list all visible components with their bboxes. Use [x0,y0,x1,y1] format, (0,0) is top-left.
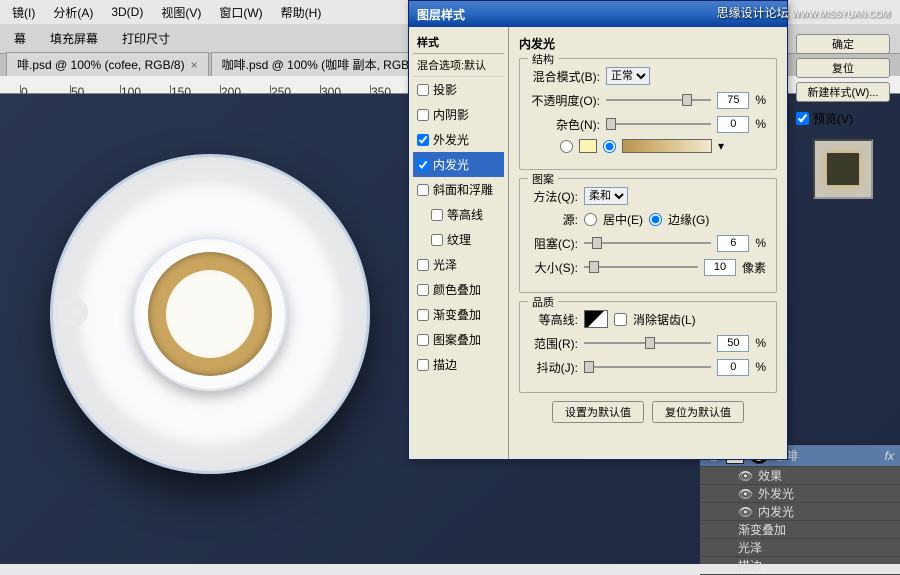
structure-group: 结构 混合模式(B): 正常 不透明度(O): % 杂色(N): % [519,58,777,170]
range-slider[interactable] [584,334,711,352]
size-slider[interactable] [584,258,698,276]
fx-outer-glow[interactable]: 👁外发光 [700,485,900,503]
close-icon[interactable]: × [191,58,198,72]
style-texture[interactable]: 纹理 [413,227,504,252]
blending-options-item[interactable]: 混合选项:默认 [413,54,504,77]
noise-slider[interactable] [606,115,711,133]
color-swatch[interactable] [579,139,597,153]
fit-screen-button[interactable]: 幕 [8,28,32,49]
make-default-button[interactable]: 设置为默认值 [552,401,644,423]
quality-group: 品质 等高线: 消除锯齿(L) 范围(R): % 抖动(J): % [519,301,777,393]
style-stroke[interactable]: 描边 [413,352,504,377]
saucer-graphic [50,154,370,474]
style-inner-shadow[interactable]: 内阴影 [413,102,504,127]
style-drop-shadow[interactable]: 投影 [413,77,504,102]
doc-tab-1[interactable]: 啡.psd @ 100% (cofee, RGB/8)× [6,52,209,76]
new-style-button[interactable]: 新建样式(W)... [796,82,890,102]
source-center-radio[interactable] [584,213,597,226]
watermark: 思缘设计论坛 WWW.MISSYUAN.COM [717,4,890,21]
range-input[interactable] [717,335,749,352]
menu-help[interactable]: 帮助(H) [273,2,330,23]
styles-list: 样式 混合选项:默认 投影 内阴影 外发光 内发光 斜面和浮雕 等高线 纹理 光… [409,27,509,459]
ok-button[interactable]: 确定 [796,34,890,54]
style-inner-glow[interactable]: 内发光 [413,152,504,177]
elements-group: 图案 方法(Q): 柔和 源: 居中(E) 边缘(G) 阻塞(C): % [519,178,777,293]
panel-title: 内发光 [519,35,777,52]
anti-alias-checkbox[interactable] [614,313,627,326]
print-size-button[interactable]: 打印尺寸 [116,28,176,49]
gradient-radio[interactable] [603,140,616,153]
choke-slider[interactable] [584,234,711,252]
style-pattern-overlay[interactable]: 图案叠加 [413,327,504,352]
fx-inner-glow[interactable]: 👁内发光 [700,503,900,521]
fill-screen-button[interactable]: 填充屏幕 [44,28,104,49]
technique-select[interactable]: 柔和 [584,187,628,205]
contour-picker[interactable] [584,310,608,328]
noise-input[interactable] [717,116,749,133]
preview-thumbnail [813,139,873,199]
fx-stroke[interactable]: 描边 [700,557,900,575]
opacity-slider[interactable] [606,91,711,109]
inner-glow-panel: 内发光 结构 混合模式(B): 正常 不透明度(O): % 杂色(N): [509,27,787,459]
menu-3d[interactable]: 3D(D) [103,3,151,21]
menu-window[interactable]: 窗口(W) [211,2,270,23]
styles-header[interactable]: 样式 [413,31,504,54]
style-gradient-overlay[interactable]: 渐变叠加 [413,302,504,327]
choke-input[interactable] [717,235,749,252]
preview-checkbox[interactable] [796,112,809,125]
style-outer-glow[interactable]: 外发光 [413,127,504,152]
size-input[interactable] [704,259,736,276]
style-bevel[interactable]: 斜面和浮雕 [413,177,504,202]
opacity-input[interactable] [717,92,749,109]
fx-satin[interactable]: 光泽 [700,539,900,557]
style-color-overlay[interactable]: 颜色叠加 [413,277,504,302]
dialog-action-buttons: 确定 复位 新建样式(W)... 预览(V) [796,34,890,207]
style-contour[interactable]: 等高线 [413,202,504,227]
menu-filter[interactable]: 镜(I) [4,2,43,23]
style-satin[interactable]: 光泽 [413,252,504,277]
layer-style-dialog: 图层样式 样式 混合选项:默认 投影 内阴影 外发光 内发光 斜面和浮雕 等高线… [408,0,788,460]
menu-analysis[interactable]: 分析(A) [45,2,101,23]
blend-mode-select[interactable]: 正常 [606,67,650,85]
reset-default-button[interactable]: 复位为默认值 [652,401,744,423]
source-edge-radio[interactable] [649,213,662,226]
gradient-preview[interactable] [622,139,712,153]
cancel-button[interactable]: 复位 [796,58,890,78]
jitter-slider[interactable] [584,358,711,376]
color-radio[interactable] [560,140,573,153]
fx-header[interactable]: 👁效果 [700,467,900,485]
chevron-down-icon[interactable]: ▾ [718,139,724,153]
fx-gradient-overlay[interactable]: 渐变叠加 [700,521,900,539]
fx-icon[interactable]: fx [885,449,894,463]
layers-panel: 👁 咖啡 fx 👁效果 👁外发光 👁内发光 渐变叠加 光泽 描边 [700,444,900,564]
menu-view[interactable]: 视图(V) [153,2,209,23]
jitter-input[interactable] [717,359,749,376]
